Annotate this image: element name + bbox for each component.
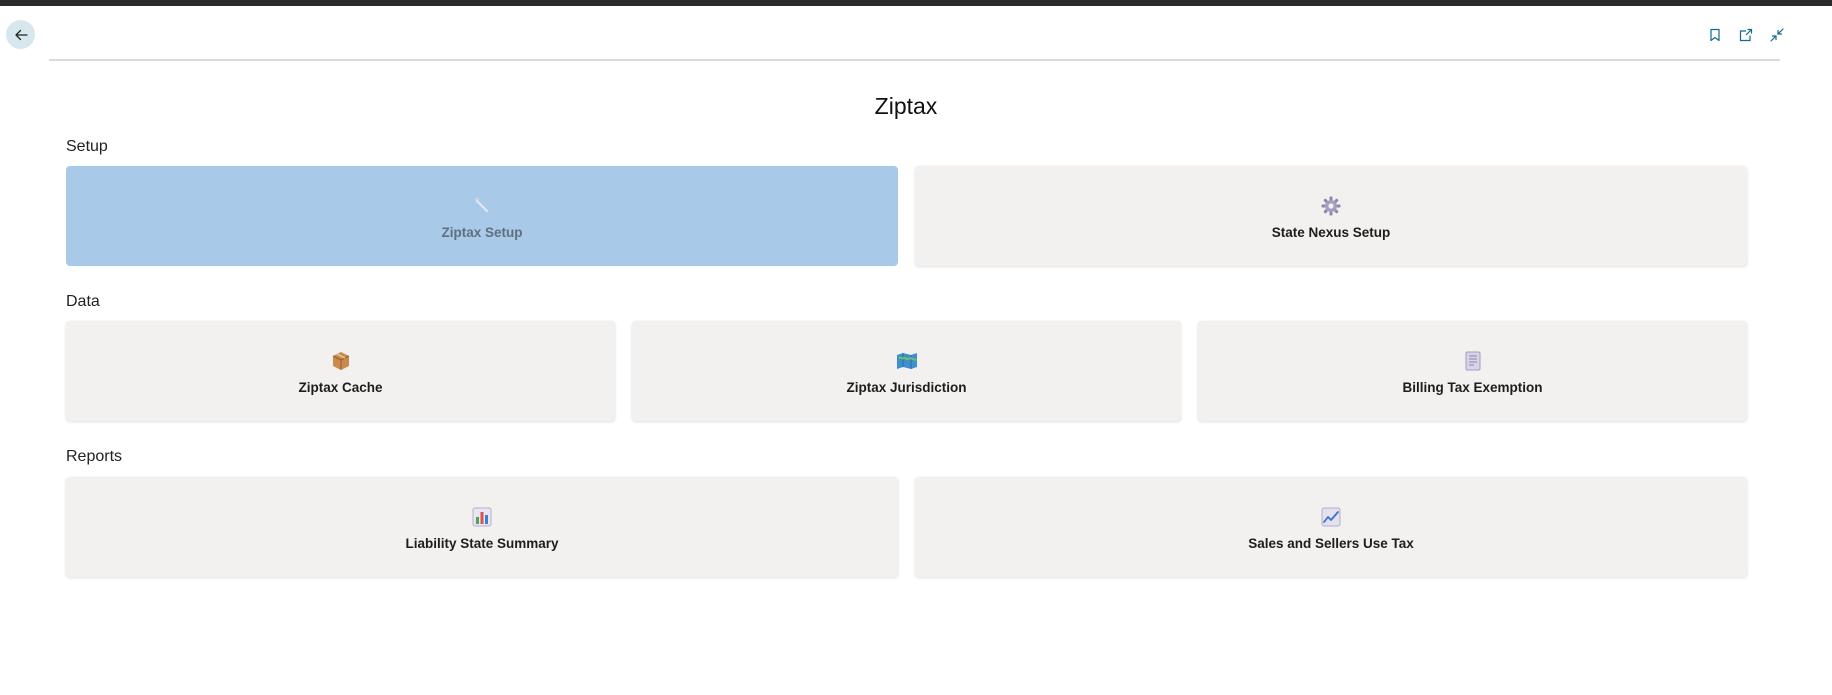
header-actions	[1706, 26, 1786, 44]
gear-icon	[1320, 195, 1342, 217]
page-title: Ziptax	[874, 93, 938, 119]
tile-label: Liability State Summary	[405, 535, 559, 551]
wrench-icon	[471, 195, 493, 217]
tile-label: Ziptax Setup	[441, 224, 523, 240]
tile-state-nexus-setup[interactable]: State Nexus Setup	[915, 166, 1747, 266]
tile-label: Billing Tax Exemption	[1402, 379, 1543, 395]
line-chart-icon	[1320, 506, 1342, 528]
header-divider	[49, 59, 1780, 61]
tile-ziptax-jurisdiction[interactable]: Ziptax Jurisdiction	[632, 321, 1181, 421]
document-icon	[1462, 350, 1484, 372]
tile-label: State Nexus Setup	[1271, 224, 1391, 240]
bookmark-button[interactable]	[1706, 26, 1724, 44]
arrow-left-icon	[14, 29, 28, 40]
tile-ziptax-cache[interactable]: Ziptax Cache	[66, 321, 615, 421]
collapse-icon	[1770, 28, 1784, 42]
section-title-setup: Setup	[66, 138, 108, 155]
section-title-reports: Reports	[66, 448, 123, 465]
tile-ziptax-setup[interactable]: Ziptax Setup	[66, 166, 898, 266]
map-icon	[896, 350, 918, 372]
back-button[interactable]	[6, 20, 35, 49]
section-title-data: Data	[66, 293, 100, 310]
collapse-button[interactable]	[1768, 26, 1786, 44]
open-in-new-icon	[1739, 28, 1753, 42]
tile-label: Ziptax Jurisdiction	[846, 379, 967, 395]
bar-chart-icon	[471, 506, 493, 528]
tile-billing-tax-exemption[interactable]: Billing Tax Exemption	[1198, 321, 1747, 421]
tile-sales-and-sellers-use-tax[interactable]: Sales and Sellers Use Tax	[915, 477, 1747, 577]
tile-liability-state-summary[interactable]: Liability State Summary	[66, 477, 898, 577]
package-icon	[330, 350, 352, 372]
tile-label: Sales and Sellers Use Tax	[1248, 535, 1414, 551]
open-new-window-button[interactable]	[1737, 26, 1755, 44]
bookmark-icon	[1710, 28, 1720, 42]
tile-label: Ziptax Cache	[298, 379, 383, 395]
page-header	[0, 6, 1832, 60]
